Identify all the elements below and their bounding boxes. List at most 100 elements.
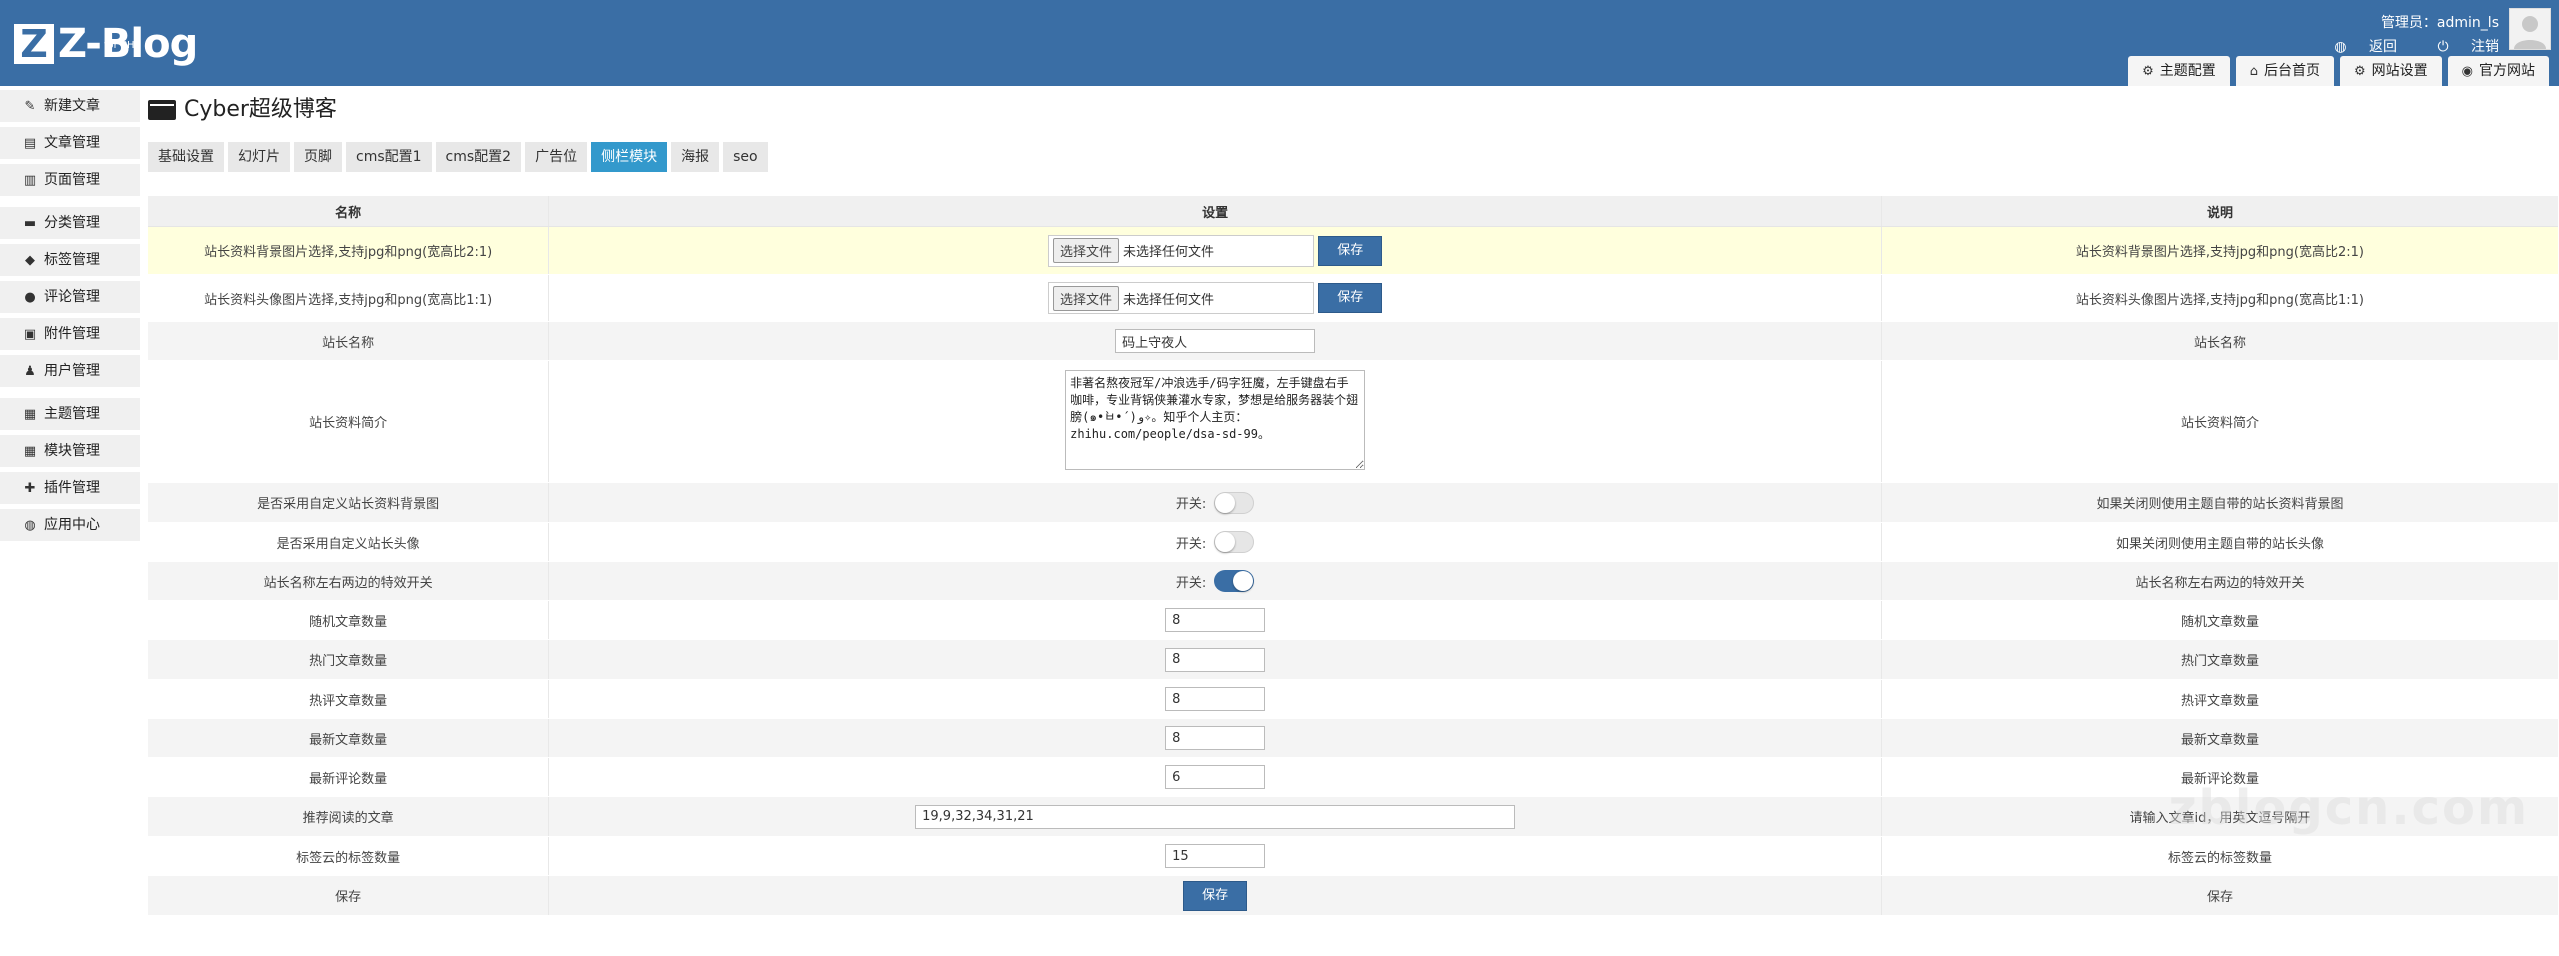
- edit-icon: ✎: [24, 99, 36, 114]
- avatar[interactable]: [2509, 8, 2551, 50]
- latest-count-input[interactable]: [1165, 726, 1266, 750]
- row-name: 热评文章数量: [148, 679, 550, 719]
- sidebar-item-label: 标签管理: [44, 252, 100, 268]
- toggle-knob: [1215, 492, 1236, 513]
- tag-count-input[interactable]: [1165, 844, 1266, 868]
- save-bg-button[interactable]: 保存: [1318, 235, 1383, 266]
- switch-label: 开关:: [1175, 575, 1207, 591]
- row-description: 如果关闭则使用主题自带的站长资料背景图: [1881, 482, 2558, 523]
- owner-name-input[interactable]: [1115, 329, 1316, 353]
- sidebar-item-users[interactable]: ♟ 用户管理: [0, 355, 140, 387]
- row-name: 推荐阅读的文章: [148, 796, 550, 837]
- sidebar: ✎ 新建文章 ▤ 文章管理 ▥ 页面管理 ▬ 分类管理 ◆ 标签管理 ● 评论管理 ▣ 附件管…: [0, 90, 140, 546]
- settings-icon: ⚙: [2354, 64, 2366, 79]
- latest-comment-count-input[interactable]: [1165, 765, 1266, 789]
- tab-site-settings[interactable]: ⚙ 网站设置: [2340, 56, 2442, 86]
- file-picker[interactable]: 选择文件 未选择任何文件: [1048, 234, 1315, 267]
- choose-file-button[interactable]: 选择文件: [1053, 238, 1120, 263]
- toggle-knob: [1233, 571, 1254, 591]
- switch-label: 开关:: [1175, 497, 1207, 512]
- table-row: 站长名称左右两边的特效开关 开关: 站长名称左右两边的特效开关: [148, 561, 2558, 601]
- tab-slides[interactable]: 幻灯片: [228, 142, 290, 172]
- window-icon: [148, 100, 176, 120]
- config-tabs: 基础设置 幻灯片 页脚 cms配置1 cms配置2 广告位 侧栏模块 海报 se…: [148, 142, 2558, 172]
- row-setting: 保存: [548, 875, 1882, 916]
- sidebar-item-tags[interactable]: ◆ 标签管理: [0, 244, 140, 276]
- row-setting: [548, 679, 1882, 719]
- table-row: 推荐阅读的文章 请输入文章id，用英文逗号隔开: [148, 796, 2558, 837]
- file-status: 未选择任何文件: [1123, 292, 1215, 308]
- tab-label: 网站设置: [2371, 63, 2428, 79]
- name-effect-toggle[interactable]: [1214, 570, 1255, 592]
- tab-theme-config[interactable]: ⚙ 主题配置: [2128, 56, 2230, 86]
- app-center-icon: ◍: [24, 518, 36, 533]
- recommend-articles-input[interactable]: [915, 804, 1516, 829]
- table-row: 站长资料头像图片选择,支持jpg和png(宽高比1:1) 选择文件 未选择任何文件…: [148, 274, 2558, 322]
- tab-ads[interactable]: 广告位: [525, 142, 588, 172]
- admin-info: 管理员：admin_ls ◍ 返回 ⏻ 注销: [2298, 12, 2499, 56]
- random-count-input[interactable]: [1165, 608, 1266, 632]
- row-setting: [548, 639, 1882, 680]
- sidebar-item-app-center[interactable]: ◍ 应用中心: [0, 509, 140, 541]
- tab-poster[interactable]: 海报: [671, 142, 720, 172]
- row-description: 随机文章数量: [1881, 600, 2558, 640]
- compass-icon: ◉: [2461, 64, 2473, 79]
- row-description: 如果关闭则使用主题自带的站长头像: [1881, 522, 2558, 562]
- custom-avatar-toggle[interactable]: [1214, 531, 1255, 553]
- folder-icon: ▬: [23, 216, 37, 231]
- sidebar-item-pages[interactable]: ▥ 页面管理: [0, 164, 140, 196]
- table-row: 站长资料简介 非著名熬夜冠军/冲浪选手/码字狂魔，左手键盘右手咖啡，专业背锅侠兼…: [148, 360, 2558, 483]
- sidebar-item-articles[interactable]: ▤ 文章管理: [0, 127, 140, 159]
- row-description: 最新文章数量: [1881, 718, 2558, 758]
- sidebar-item-label: 新建文章: [44, 98, 100, 114]
- row-name: 站长资料头像图片选择,支持jpg和png(宽高比1:1): [148, 274, 550, 322]
- row-description: 热门文章数量: [1881, 639, 2558, 680]
- tab-cms1[interactable]: cms配置1: [346, 142, 432, 172]
- tab-seo[interactable]: seo: [723, 142, 768, 172]
- file-picker[interactable]: 选择文件 未选择任何文件: [1048, 282, 1315, 314]
- sidebar-item-categories[interactable]: ▬ 分类管理: [0, 207, 140, 239]
- sidebar-item-new-article[interactable]: ✎ 新建文章: [0, 90, 140, 122]
- owner-bio-textarea[interactable]: 非著名熬夜冠军/冲浪选手/码字狂魔，左手键盘右手咖啡，专业背锅侠兼灌水专家，梦想…: [1065, 369, 1366, 470]
- sidebar-item-comments[interactable]: ● 评论管理: [0, 281, 140, 313]
- row-description: 站长名称: [1881, 321, 2558, 361]
- attachment-icon: ▣: [23, 327, 37, 342]
- sidebar-item-plugins[interactable]: ✚ 插件管理: [0, 472, 140, 504]
- table-row: 站长名称 站长名称: [148, 321, 2558, 361]
- row-setting: 选择文件 未选择任何文件 保存: [548, 274, 1882, 322]
- hot-comment-count-input[interactable]: [1165, 687, 1266, 711]
- module-icon: ▦: [23, 444, 37, 459]
- tab-sidebar-modules[interactable]: 侧栏模块: [591, 142, 668, 172]
- row-description: 请输入文章id，用英文逗号隔开: [1881, 796, 2558, 837]
- sidebar-item-attachments[interactable]: ▣ 附件管理: [0, 318, 140, 350]
- sidebar-item-themes[interactable]: ▦ 主题管理: [0, 398, 140, 430]
- tab-cms2[interactable]: cms配置2: [435, 142, 522, 172]
- row-name: 是否采用自定义站长头像: [148, 522, 550, 562]
- sidebar-item-label: 用户管理: [44, 363, 100, 379]
- row-setting: 选择文件 未选择任何文件 保存: [548, 226, 1882, 275]
- table-row: 是否采用自定义站长头像 开关: 如果关闭则使用主题自带的站长头像: [148, 522, 2558, 562]
- tab-basic[interactable]: 基础设置: [148, 142, 224, 172]
- choose-file-button[interactable]: 选择文件: [1053, 285, 1120, 311]
- header-setting: 设置: [548, 196, 1882, 227]
- table-row: 最新评论数量 最新评论数量: [148, 757, 2558, 797]
- save-all-button[interactable]: 保存: [1183, 880, 1248, 911]
- page-title: Cyber超级博客: [148, 90, 2558, 130]
- save-avatar-button[interactable]: 保存: [1318, 283, 1383, 313]
- row-name: 最新文章数量: [148, 718, 550, 758]
- sidebar-item-modules[interactable]: ▦ 模块管理: [0, 435, 140, 467]
- row-setting: [548, 836, 1882, 876]
- main-content: Cyber超级博客 基础设置 幻灯片 页脚 cms配置1 cms配置2 广告位 …: [148, 90, 2558, 916]
- row-setting: [548, 796, 1882, 837]
- sidebar-item-label: 插件管理: [44, 480, 100, 496]
- theme-icon: ▦: [23, 407, 37, 422]
- row-name: 标签云的标签数量: [148, 836, 550, 876]
- tab-footer[interactable]: 页脚: [294, 142, 342, 172]
- tab-official-site[interactable]: ◉ 官方网站: [2447, 56, 2549, 86]
- logout-link[interactable]: ⏻ 注销: [2419, 39, 2499, 55]
- hot-count-input[interactable]: [1165, 647, 1266, 672]
- sidebar-item-label: 页面管理: [44, 172, 100, 188]
- custom-bg-toggle[interactable]: [1214, 491, 1255, 514]
- back-link[interactable]: ◍ 返回: [2316, 39, 2397, 55]
- tab-admin-home[interactable]: ⌂ 后台首页: [2235, 56, 2334, 86]
